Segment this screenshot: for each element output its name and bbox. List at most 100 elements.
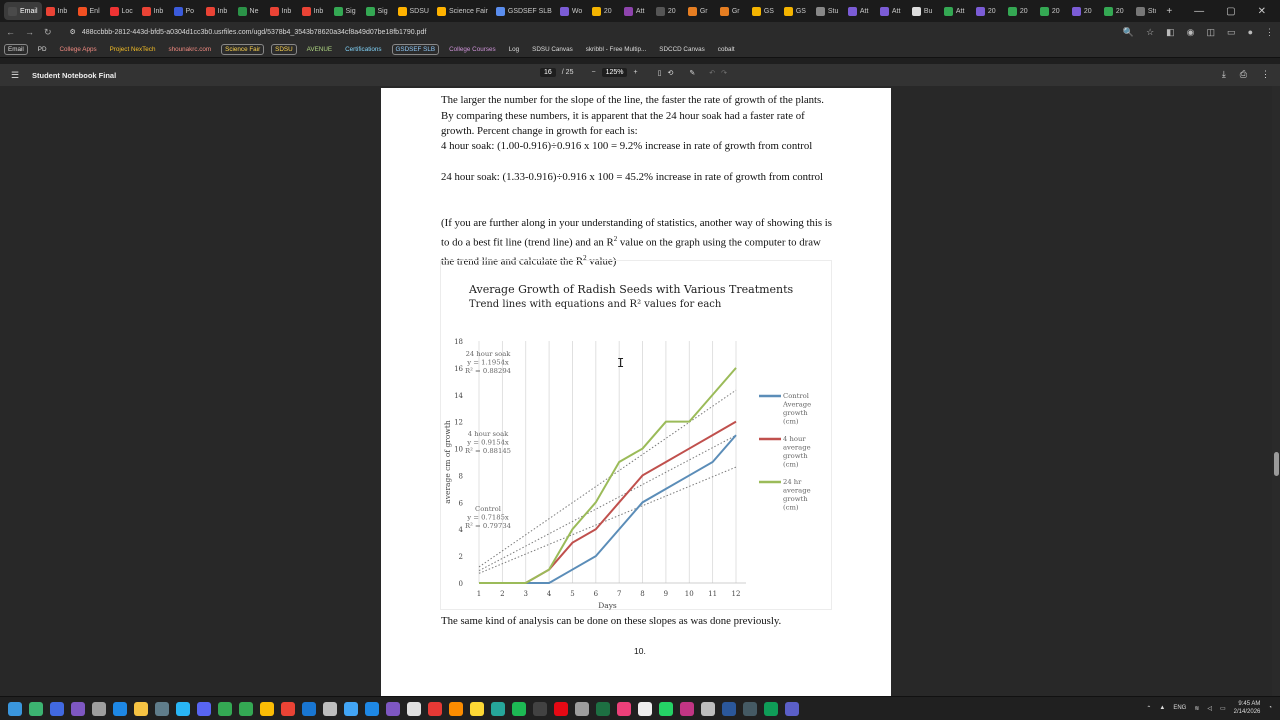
browser-tab[interactable]: Bu — [908, 2, 940, 20]
forward-icon[interactable]: → — [25, 27, 34, 37]
app-photos-icon[interactable] — [176, 701, 190, 716]
browser-tab[interactable]: Stu — [812, 2, 844, 20]
tray-chevron-icon[interactable]: ⌃ — [1146, 705, 1151, 712]
browser-tab[interactable]: 20 — [1004, 2, 1036, 20]
bookmark-item[interactable]: Science Fair — [221, 44, 265, 55]
browser-tab[interactable]: 20 — [652, 2, 684, 20]
browser-tab[interactable]: Inb — [202, 2, 234, 20]
profile-avatar[interactable]: ● — [1248, 27, 1253, 38]
file-explorer-icon[interactable] — [134, 701, 148, 716]
language-indicator[interactable]: ENG — [1173, 705, 1186, 711]
battery-icon[interactable]: ▭ — [1220, 705, 1226, 712]
bookmark-item[interactable]: cobalt — [715, 45, 738, 54]
bookmark-item[interactable]: SDSU — [271, 44, 297, 55]
bookmark-item[interactable]: SDSU Canvas — [529, 45, 576, 54]
more-options-icon[interactable]: ⋮ — [1261, 69, 1270, 80]
bookmark-item[interactable]: Email — [4, 44, 28, 55]
extension-2-icon[interactable]: ◉ — [1187, 27, 1195, 38]
app-red-icon[interactable] — [428, 701, 442, 716]
minimize-icon[interactable]: — — [1194, 6, 1204, 17]
spotify-icon[interactable] — [512, 701, 526, 716]
app-teams-icon[interactable] — [785, 701, 799, 716]
app-purple-icon[interactable] — [386, 701, 400, 716]
browser-tab[interactable]: 20 — [1036, 2, 1068, 20]
bookmark-item[interactable]: AVENUE — [304, 45, 335, 54]
bookmark-item[interactable]: Certifications — [342, 45, 384, 54]
app-github-desktop-icon[interactable] — [575, 701, 589, 716]
tray-app-icon[interactable]: ▲ — [1159, 705, 1165, 711]
windows-start-icon[interactable] — [8, 701, 22, 716]
bookmark-item[interactable]: Log — [506, 45, 523, 54]
extension-icon[interactable]: ◧ — [1166, 27, 1175, 38]
bookmark-star-icon[interactable]: ☆ — [1146, 27, 1154, 38]
app-shield-icon[interactable] — [50, 701, 64, 716]
browser-tab[interactable]: Inb — [42, 2, 74, 20]
back-icon[interactable]: ← — [6, 27, 15, 37]
rotate-icon[interactable]: ⟲ — [667, 69, 673, 77]
bookmark-item[interactable]: SDCCD Canvas — [656, 45, 708, 54]
volume-icon[interactable]: ◁ — [1207, 705, 1212, 712]
zoom-icon[interactable]: 🔍 — [1123, 27, 1134, 38]
chrome-icon-2[interactable] — [239, 701, 253, 716]
app-drive-icon[interactable] — [491, 701, 505, 716]
browser-tab[interactable]: Po — [170, 2, 202, 20]
annotate-icon[interactable]: ✎ — [689, 69, 695, 77]
site-info-icon[interactable]: ⚙ — [70, 28, 76, 36]
app-green-sheet-icon[interactable] — [764, 701, 778, 716]
browser-tab[interactable]: Gr — [716, 2, 748, 20]
app-green-icon[interactable] — [29, 701, 43, 716]
undo-icon[interactable]: ↶ — [709, 69, 715, 77]
browser-tab[interactable]: 20 — [972, 2, 1004, 20]
browser-tab[interactable]: Inb — [298, 2, 330, 20]
whatsapp-icon[interactable] — [659, 701, 673, 716]
terminal-icon[interactable] — [743, 701, 757, 716]
redo-icon[interactable]: ↷ — [721, 69, 727, 77]
app-orange-icon[interactable] — [449, 701, 463, 716]
browser-tab[interactable]: GS — [780, 2, 812, 20]
browser-tab[interactable]: Enl — [74, 2, 106, 20]
browser-tab[interactable]: Email — [4, 2, 42, 20]
browser-tab[interactable]: Science Fair — [433, 2, 492, 20]
browser-tab[interactable]: Sig — [330, 2, 362, 20]
chrome-icon[interactable] — [218, 701, 232, 716]
app-copilot-icon[interactable] — [344, 701, 358, 716]
hamburger-menu-icon[interactable]: ☰ — [11, 70, 19, 81]
zoom-out-icon[interactable]: − — [591, 69, 595, 76]
page-number-input[interactable]: 16 — [540, 68, 556, 77]
maximize-icon[interactable]: ▢ — [1226, 6, 1235, 17]
word-icon[interactable] — [722, 701, 736, 716]
app-white-icon[interactable] — [638, 701, 652, 716]
netflix-icon[interactable] — [554, 701, 568, 716]
browser-tab[interactable]: Att — [940, 2, 972, 20]
app-discord-icon[interactable] — [197, 701, 211, 716]
bookmark-item[interactable]: College Courses — [446, 45, 499, 54]
bookmark-item[interactable]: Project NexTech — [107, 45, 159, 54]
bookmark-item[interactable]: shounakrc.com — [165, 45, 214, 54]
fit-page-icon[interactable]: ▯ — [658, 69, 662, 77]
new-tab-button[interactable]: + — [1166, 6, 1172, 17]
scrollbar-thumb[interactable] — [1274, 452, 1279, 476]
browser-tab[interactable]: SDSU — [394, 2, 433, 20]
clock[interactable]: 9:45 AM 2/14/2026 — [1234, 700, 1261, 716]
app-vpn-icon[interactable] — [71, 701, 85, 716]
wifi-icon[interactable]: ≋ — [1194, 705, 1199, 712]
app-yellow-icon[interactable] — [470, 701, 484, 716]
browser-tab[interactable]: GS — [748, 2, 780, 20]
chrome-icon-3[interactable] — [260, 701, 274, 716]
bookmark-item[interactable]: GSDSEF SLB — [391, 44, 440, 55]
zoom-level[interactable]: 125% — [601, 68, 628, 77]
app-calculator-icon[interactable] — [155, 701, 169, 716]
app-gear-icon[interactable] — [323, 701, 337, 716]
bookmark-item[interactable]: College Apps — [57, 45, 100, 54]
zoom-in-icon[interactable]: + — [633, 69, 637, 76]
app-blue-icon[interactable] — [113, 701, 127, 716]
browser-tab[interactable]: Loc — [106, 2, 138, 20]
menu-dots-icon[interactable]: ⋮ — [1265, 27, 1274, 38]
github-icon[interactable] — [407, 701, 421, 716]
browser-tab[interactable]: GSDSEF SLB — [492, 2, 556, 20]
settings-icon[interactable] — [92, 701, 106, 716]
sidepanel-icon[interactable]: ▭ — [1227, 27, 1236, 38]
pdf-viewer[interactable]: The larger the number for the slope of t… — [0, 86, 1280, 696]
print-icon[interactable]: ⎙ — [1240, 69, 1247, 80]
browser-tab[interactable]: Att — [620, 2, 652, 20]
